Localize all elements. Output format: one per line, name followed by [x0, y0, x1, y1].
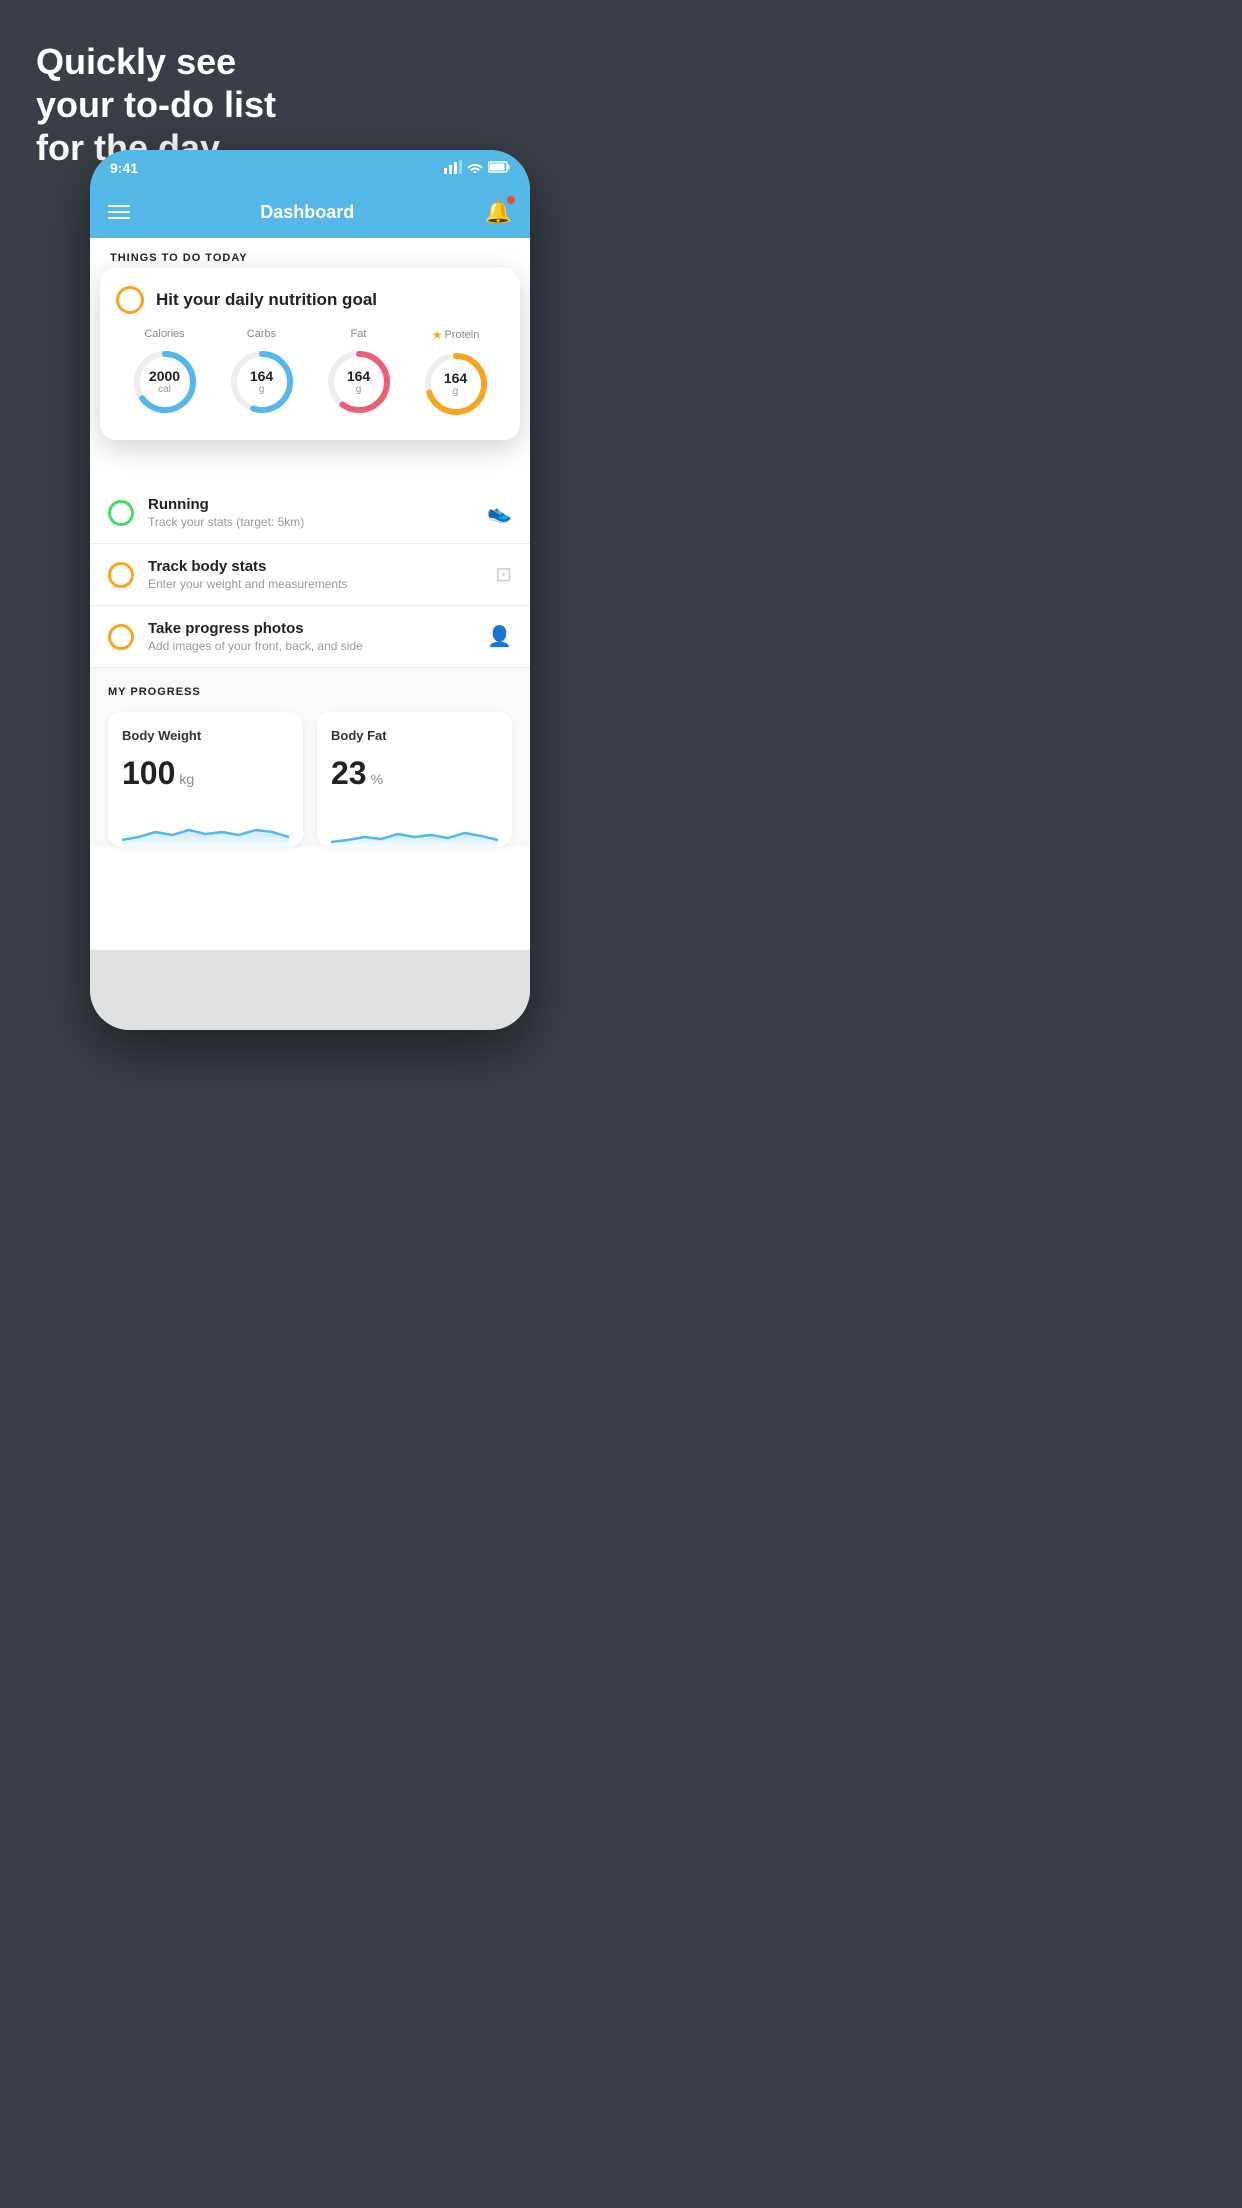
status-icons [444, 160, 510, 177]
section-label-today: THINGS TO DO TODAY [90, 238, 530, 272]
todo-sub-label: Enter your weight and measurements [148, 577, 481, 591]
todo-main-label: Running [148, 496, 473, 513]
todo-icon: ⊡ [495, 562, 512, 587]
nutrition-label: Fat [351, 328, 367, 340]
nutrition-label: Protein [444, 329, 479, 341]
todo-text: Track body stats Enter your weight and m… [148, 558, 481, 591]
app-header: Dashboard 🔔 [90, 186, 530, 238]
todo-item[interactable]: Running Track your stats (target: 5km) 👟 [90, 482, 530, 544]
progress-title: MY PROGRESS [108, 686, 512, 698]
todo-text: Running Track your stats (target: 5km) [148, 496, 473, 529]
progress-unit: kg [179, 771, 194, 787]
progress-unit: % [371, 771, 383, 787]
star-icon: ★ [432, 328, 443, 342]
progress-card[interactable]: Body Weight 100kg [108, 712, 303, 847]
header-title: Dashboard [260, 202, 354, 223]
notification-dot [507, 196, 515, 204]
progress-card-title: Body Weight [122, 728, 289, 743]
hamburger-menu[interactable] [108, 205, 130, 219]
nutrition-card: Hit your daily nutrition goal Calories 2… [100, 268, 520, 440]
donut-unit: g [250, 384, 273, 395]
todo-list: Running Track your stats (target: 5km) 👟… [90, 482, 530, 668]
nutrition-check-circle [116, 286, 144, 314]
todo-circle [108, 562, 134, 588]
progress-card[interactable]: Body Fat 23% [317, 712, 512, 847]
todo-sub-label: Track your stats (target: 5km) [148, 515, 473, 529]
nutrition-row: Calories 2000 cal Carbs 164 g Fat 164 g … [116, 328, 504, 420]
signal-icon [444, 160, 462, 177]
donut-value: 164 [347, 369, 370, 384]
progress-value: 23% [331, 755, 498, 792]
donut-unit: g [347, 384, 370, 395]
donut-chart: 164 g [226, 346, 298, 418]
todo-main-label: Take progress photos [148, 620, 473, 637]
todo-text: Take progress photos Add images of your … [148, 620, 473, 653]
notification-bell[interactable]: 🔔 [485, 199, 512, 225]
todo-icon: 👟 [487, 500, 512, 525]
todo-sub-label: Add images of your front, back, and side [148, 639, 473, 653]
donut-chart: 164 g [420, 348, 492, 420]
todo-circle [108, 500, 134, 526]
hero-line2: your to-do list [36, 83, 276, 126]
todo-circle [108, 624, 134, 650]
status-bar: 9:41 [90, 150, 530, 186]
main-content: THINGS TO DO TODAY Hit your daily nutrit… [90, 238, 530, 1030]
nutrition-item-protein: ★Protein 164 g [420, 328, 492, 420]
nutrition-label: Calories [144, 328, 184, 340]
nutrition-item-fat: Fat 164 g [323, 328, 395, 418]
progress-cards: Body Weight 100kg Body Fat 23% [108, 712, 512, 847]
hero-line1: Quickly see [36, 40, 276, 83]
todo-item[interactable]: Take progress photos Add images of your … [90, 606, 530, 668]
phone-mockup: 9:41 [90, 150, 530, 1030]
donut-value: 164 [444, 371, 467, 386]
battery-icon [488, 161, 510, 176]
todo-item[interactable]: Track body stats Enter your weight and m… [90, 544, 530, 606]
todo-icon: 👤 [487, 624, 512, 649]
progress-section: MY PROGRESS Body Weight 100kg Body Fat [90, 668, 530, 847]
progress-chart [331, 802, 498, 847]
wifi-icon [467, 161, 483, 176]
donut-value: 164 [250, 369, 273, 384]
progress-chart [122, 802, 289, 847]
nutrition-item-carbs: Carbs 164 g [226, 328, 298, 418]
donut-chart: 2000 cal [129, 346, 201, 418]
status-time: 9:41 [110, 160, 138, 176]
nutrition-label: Carbs [247, 328, 276, 340]
progress-value: 100kg [122, 755, 289, 792]
nutrition-item-calories: Calories 2000 cal [129, 328, 201, 418]
progress-card-title: Body Fat [331, 728, 498, 743]
donut-chart: 164 g [323, 346, 395, 418]
todo-main-label: Track body stats [148, 558, 481, 575]
card-shadow [90, 950, 530, 1030]
donut-value: 2000 [149, 369, 180, 384]
donut-unit: g [444, 386, 467, 397]
donut-unit: cal [149, 384, 180, 395]
nutrition-card-title: Hit your daily nutrition goal [156, 290, 377, 310]
